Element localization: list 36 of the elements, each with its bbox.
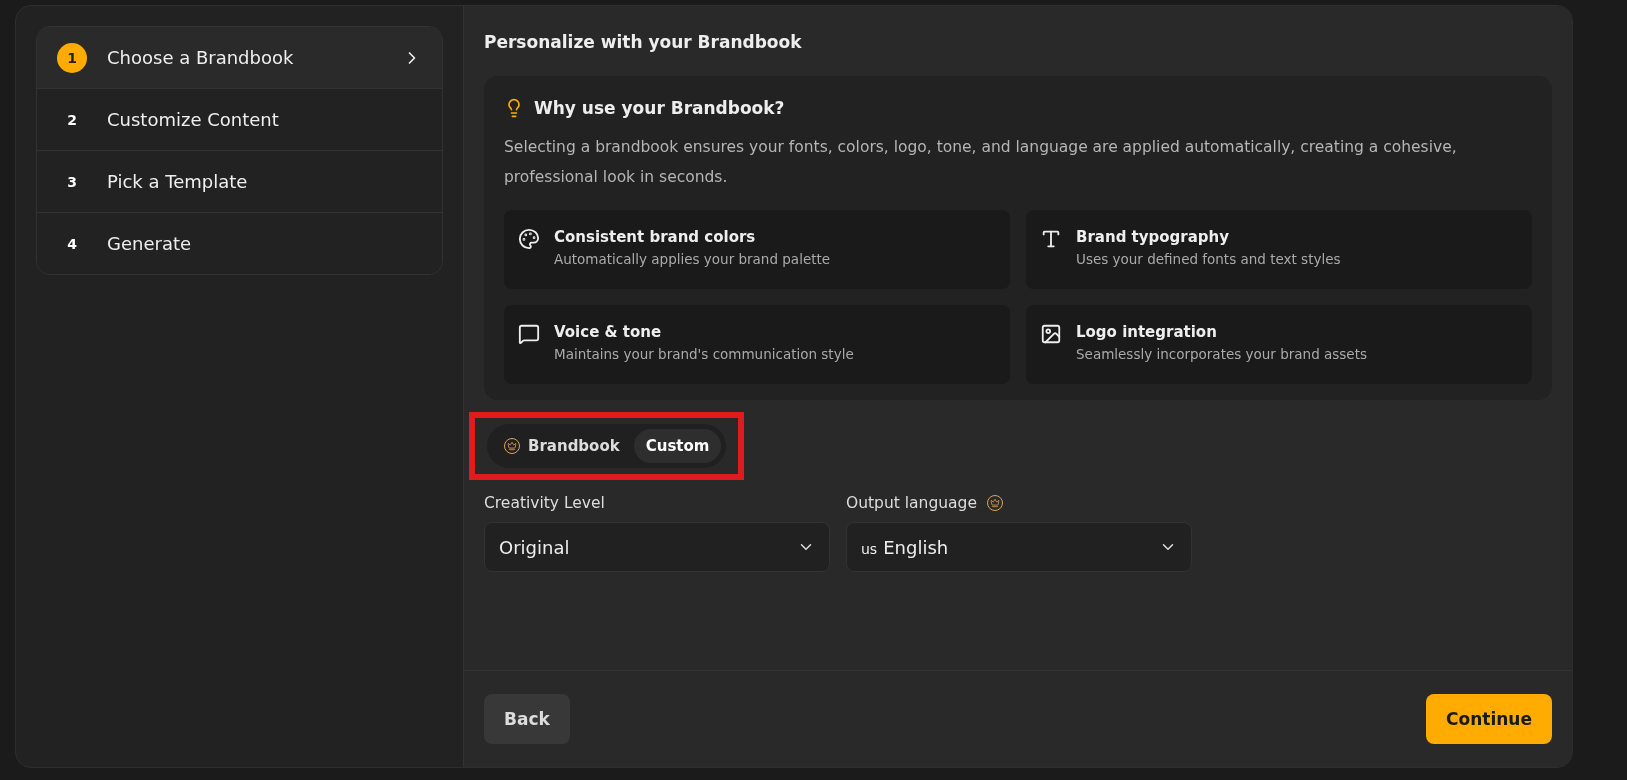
feature-title: Voice & tone bbox=[554, 323, 663, 341]
field-label: Output language bbox=[846, 494, 977, 512]
select-field[interactable]: Original bbox=[484, 522, 830, 572]
flag-code: us bbox=[861, 540, 878, 557]
toggle-option[interactable]: Custom bbox=[633, 429, 722, 463]
text-type-icon bbox=[1040, 228, 1062, 250]
step-item[interactable]: 1 Choose a Brandbook bbox=[37, 27, 442, 88]
step-label: Generate bbox=[107, 233, 193, 254]
feature-title: Brand typography bbox=[1076, 228, 1231, 246]
step-number: 2 bbox=[66, 110, 78, 130]
info-title: Why use your Brandbook? bbox=[534, 98, 785, 118]
step-label: Pick a Template bbox=[107, 171, 249, 192]
section-heading: Personalize with your Brandbook bbox=[484, 32, 803, 52]
feature-title: Consistent brand colors bbox=[554, 228, 757, 246]
image-icon bbox=[1040, 323, 1062, 345]
feature-title: Logo integration bbox=[1076, 323, 1218, 341]
feature-subtitle: Seamlessly incorporates your brand assets bbox=[1076, 346, 1367, 362]
step-number: 1 bbox=[57, 42, 87, 73]
chat-bubble-icon bbox=[518, 323, 540, 345]
select-field[interactable]: us English bbox=[846, 522, 1192, 572]
step-number: 4 bbox=[66, 234, 78, 254]
step-label: Choose a Brandbook bbox=[107, 47, 295, 68]
select-value: Original bbox=[499, 536, 570, 558]
feature-subtitle: Uses your defined fonts and text styles bbox=[1076, 251, 1341, 267]
step-label: Customize Content bbox=[107, 109, 280, 130]
toggle-option[interactable]: Brandbook bbox=[492, 429, 632, 463]
info-description: Selecting a brandbook ensures your fonts, colors, logo, tone, and language are applied automatically, creating a cohesive, professional look in seconds. bbox=[504, 137, 1458, 188]
step-item[interactable]: 4 Generate bbox=[37, 212, 442, 274]
palette-icon bbox=[518, 228, 540, 250]
back-button[interactable]: Back bbox=[484, 694, 570, 744]
feature-subtitle: Automatically applies your brand palette bbox=[554, 251, 831, 267]
select-value: English bbox=[883, 536, 949, 558]
step-number: 3 bbox=[66, 172, 78, 192]
continue-button[interactable]: Continue bbox=[1426, 694, 1552, 744]
field-label: Creativity Level bbox=[484, 494, 605, 512]
feature-subtitle: Maintains your brand's communication style bbox=[554, 346, 854, 362]
